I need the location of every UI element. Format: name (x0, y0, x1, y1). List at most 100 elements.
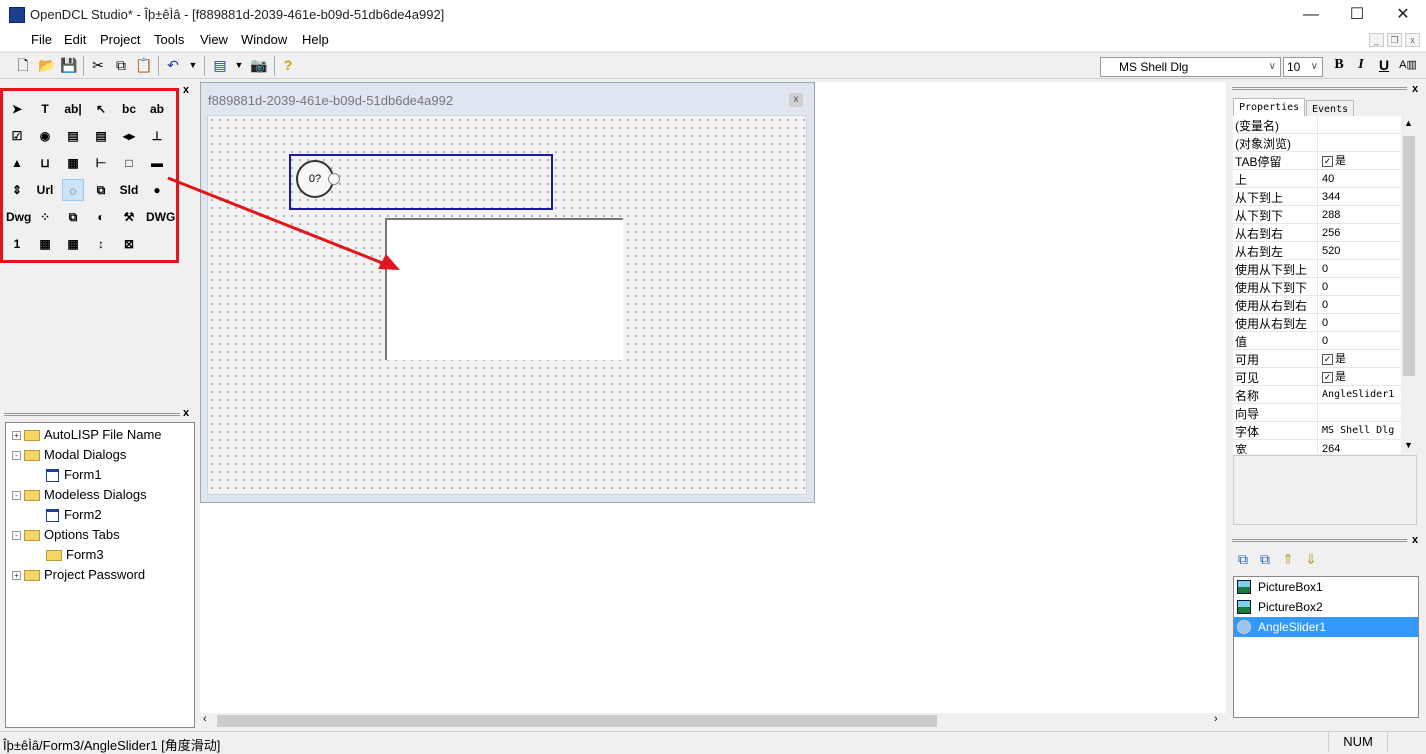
property-row[interactable]: 上 40 (1233, 170, 1401, 188)
toolbox-tool[interactable]: ▲ (6, 152, 28, 174)
toolbox-tool[interactable]: ▦ (34, 233, 56, 255)
toolbox-tool[interactable]: ▤ (90, 125, 112, 147)
property-value[interactable]: 344 (1317, 188, 1401, 206)
property-row[interactable]: 值0 (1233, 332, 1401, 350)
property-scrollbar[interactable]: ▲ ▼ (1401, 116, 1417, 454)
scrollbar-thumb[interactable] (1403, 136, 1415, 376)
toolbox-tool[interactable]: ⊢ (90, 152, 112, 174)
property-value[interactable]: 0 (1317, 296, 1401, 314)
properties-close-icon[interactable]: x (1412, 83, 1418, 95)
menu-window[interactable]: Window (241, 32, 287, 47)
toolbox-tool[interactable]: □ (118, 152, 140, 174)
property-row[interactable]: 可用 ✓ 是 (1233, 350, 1401, 368)
toolbox-tool[interactable]: ↖ (90, 98, 112, 120)
objects-close-icon[interactable]: x (1412, 534, 1418, 546)
property-value[interactable]: 520 (1317, 242, 1401, 260)
underline-button[interactable]: U (1374, 56, 1394, 74)
checkbox-checked-icon[interactable]: ✓ (1322, 155, 1333, 167)
toolbox-tool[interactable]: Sld (118, 179, 140, 201)
property-value[interactable]: ✓ 是 (1317, 350, 1401, 368)
object-list-item[interactable]: PictureBox2 (1234, 597, 1418, 617)
toolbox-tool[interactable]: ⊠ (118, 233, 140, 255)
toolbox-tool[interactable]: bc (118, 98, 140, 120)
tree-item[interactable]: Form3 (46, 547, 104, 562)
checkbox-checked-icon[interactable]: ✓ (1322, 371, 1333, 383)
property-value[interactable]: AngleSlider1 (1317, 386, 1401, 404)
menu-file[interactable]: File (31, 32, 52, 47)
toolbox-tool[interactable]: ▤ (62, 125, 84, 147)
property-value[interactable]: 40 (1317, 170, 1401, 188)
font-color-icon[interactable]: A▥ (1398, 56, 1418, 74)
form-dropdown-icon[interactable]: ▼ (229, 56, 249, 74)
menu-view[interactable]: View (200, 32, 228, 47)
picture-box-control[interactable] (385, 218, 623, 360)
scroll-up-icon[interactable]: ▲ (1404, 118, 1413, 128)
undo-dropdown-icon[interactable]: ▼ (183, 56, 203, 74)
maximize-button[interactable]: ☐ (1334, 0, 1380, 30)
menu-edit[interactable]: Edit (64, 32, 86, 47)
toolbox-tool[interactable]: Dwg (6, 206, 31, 228)
toolbox-tool[interactable]: ▦ (62, 152, 84, 174)
scrollbar-thumb[interactable] (217, 715, 937, 727)
property-value[interactable]: 256 (1317, 224, 1401, 242)
horizontal-scrollbar[interactable]: ‹ › (200, 713, 1226, 729)
property-row[interactable]: 从下到上 344 (1233, 188, 1401, 206)
move-down-icon[interactable]: ⇓ (1301, 550, 1321, 568)
property-value[interactable]: ✓ 是 (1317, 152, 1401, 170)
mdi-minimize-button[interactable]: _ (1369, 33, 1384, 47)
menu-tools[interactable]: Tools (154, 32, 184, 47)
expander-icon[interactable]: - (12, 531, 21, 541)
mdi-close-button[interactable]: x (1405, 33, 1420, 47)
property-row[interactable]: 使用从下到上 0 (1233, 260, 1401, 278)
scroll-down-icon[interactable]: ▼ (1404, 440, 1413, 450)
tree-grip[interactable] (4, 413, 180, 416)
property-value[interactable]: 0 (1317, 260, 1401, 278)
property-row[interactable]: 从右到左 520 (1233, 242, 1401, 260)
property-row[interactable]: 可见 ✓ 是 (1233, 368, 1401, 386)
toolbox-close-icon[interactable]: x (183, 84, 189, 96)
undo-icon[interactable]: ↶ (163, 56, 183, 74)
scroll-right-icon[interactable]: › (1214, 713, 1218, 725)
toolbox-tool[interactable]: ⁘ (34, 206, 56, 228)
minimize-button[interactable]: — (1288, 0, 1334, 30)
tree-item[interactable]: + Project Password (12, 567, 145, 582)
move-up-icon[interactable]: ⇑ (1278, 550, 1298, 568)
property-value[interactable]: ✓ 是 (1317, 368, 1401, 386)
tree-item[interactable]: - Modeless Dialogs (12, 487, 147, 502)
expander-icon[interactable]: + (12, 431, 21, 441)
property-row[interactable]: TAB停留 ✓ 是 (1233, 152, 1401, 170)
expander-icon[interactable]: - (12, 491, 21, 501)
property-row[interactable]: 使用从右到左 0 (1233, 314, 1401, 332)
menu-project[interactable]: Project (100, 32, 140, 47)
property-row[interactable]: 从下到下 288 (1233, 206, 1401, 224)
property-value[interactable]: 0 (1317, 278, 1401, 296)
cut-icon[interactable]: ✂ (88, 56, 108, 74)
property-row[interactable]: 字体 MS Shell Dlg (1233, 422, 1401, 440)
property-row[interactable]: 宽 264 (1233, 440, 1401, 454)
menu-help[interactable]: Help (302, 32, 329, 47)
paste-icon[interactable]: 📋 (134, 56, 154, 74)
toolbox-tool[interactable]: ◉ (34, 125, 56, 147)
toolbox-tool[interactable]: ▦ (62, 233, 84, 255)
tree-item[interactable]: - Options Tabs (12, 527, 120, 542)
toolbox-tool[interactable]: ➤ (6, 98, 28, 120)
toolbox-tool[interactable]: ab (146, 98, 168, 120)
toolbox-tool[interactable]: ◐ (90, 206, 112, 228)
tree-item[interactable]: - Modal Dialogs (12, 447, 126, 462)
toolbox-tool[interactable]: T (34, 98, 56, 120)
checkbox-checked-icon[interactable]: ✓ (1322, 353, 1333, 365)
property-value[interactable]: 264 (1317, 440, 1401, 454)
bring-front-icon[interactable]: ⧉ (1233, 550, 1253, 568)
toolbox-tool[interactable]: ⚒ (118, 206, 140, 228)
properties-grip[interactable] (1232, 87, 1407, 90)
property-value[interactable]: MS Shell Dlg (1317, 422, 1401, 440)
form-window-close-button[interactable]: x (789, 93, 803, 107)
property-value[interactable]: 288 (1317, 206, 1401, 224)
font-size-select[interactable]: 10 ∨ (1283, 57, 1323, 77)
toolbox-tool[interactable]: 1 (6, 233, 28, 255)
help-icon[interactable]: ? (278, 56, 298, 74)
property-row[interactable]: 名称 AngleSlider1 (1233, 386, 1401, 404)
open-folder-icon[interactable]: 📂 (37, 56, 57, 74)
toolbox-tool[interactable]: Url (34, 179, 56, 201)
toolbox-tool[interactable]: ◂▸ (118, 125, 140, 147)
